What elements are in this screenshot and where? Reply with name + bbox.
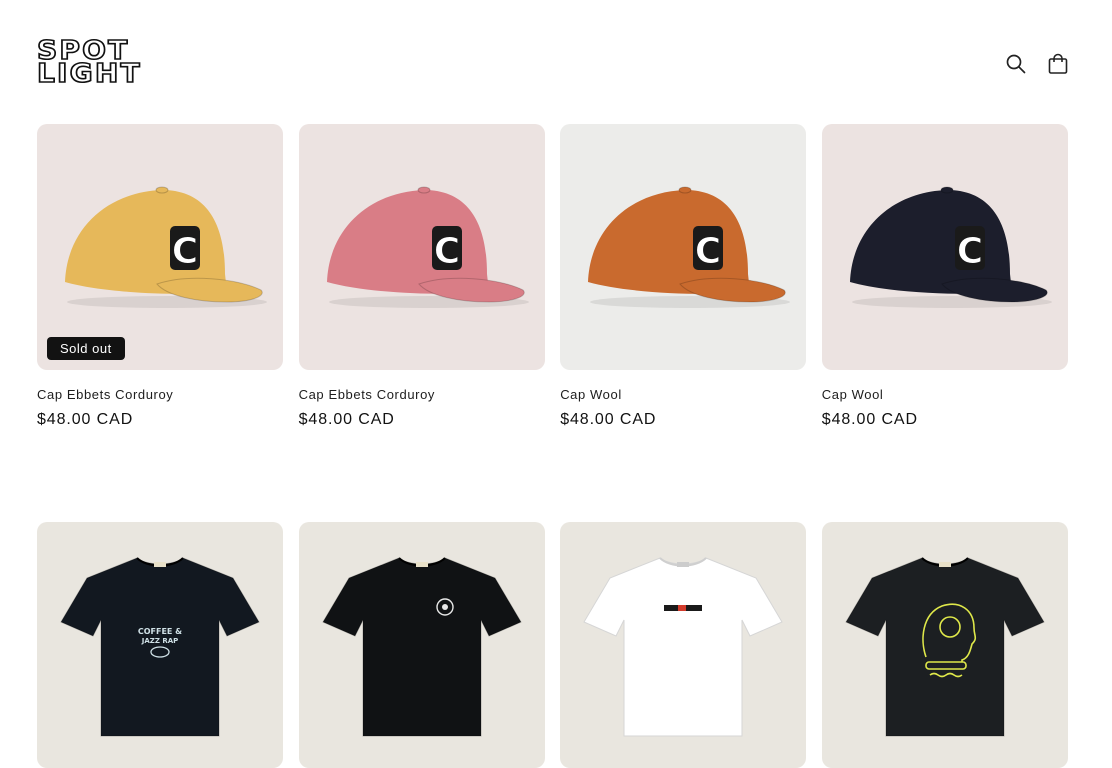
sold-out-badge: Sold out xyxy=(47,337,125,360)
product-card[interactable] xyxy=(821,522,1068,768)
cap-illustration: C xyxy=(821,124,1068,370)
tshirt-graphic xyxy=(664,605,703,611)
product-image[interactable]: COFFEE & JAZZ RAP xyxy=(37,522,283,768)
site-header: SPOT LIGHT xyxy=(0,0,1112,124)
svg-text:C: C xyxy=(433,231,459,272)
product-card[interactable]: C Cap Ebbets Corduroy $48.00 CAD xyxy=(298,124,545,429)
tshirt-illustration xyxy=(560,522,807,768)
product-card[interactable]: C Cap Wool $48.00 CAD xyxy=(560,124,807,429)
product-price: $48.00 CAD xyxy=(37,411,134,428)
product-image[interactable]: C xyxy=(821,124,1068,370)
product-card[interactable]: C Sold out Cap Ebbets Corduroy $48.00 CA… xyxy=(37,124,283,429)
svg-text:C: C xyxy=(172,231,198,272)
svg-text:C: C xyxy=(957,231,983,272)
cap-illustration: C xyxy=(37,124,283,370)
product-card[interactable] xyxy=(560,522,807,768)
cap-illustration: C xyxy=(298,124,545,370)
svg-text:JAZZ RAP: JAZZ RAP xyxy=(141,637,179,645)
tshirt-illustration xyxy=(37,522,283,768)
product-image[interactable] xyxy=(298,522,545,768)
product-card[interactable]: C Cap Wool $48.00 CAD xyxy=(821,124,1068,429)
product-title[interactable]: Cap Wool xyxy=(822,387,1068,402)
logo-line-2: LIGHT xyxy=(36,59,142,89)
product-price: $48.00 CAD xyxy=(560,411,657,428)
product-card[interactable] xyxy=(298,522,545,768)
product-title[interactable]: Cap Ebbets Corduroy xyxy=(37,387,283,402)
product-price: $48.00 CAD xyxy=(298,411,395,428)
product-image[interactable] xyxy=(821,522,1068,768)
product-title[interactable]: Cap Wool xyxy=(560,387,806,402)
tshirt-illustration xyxy=(298,522,545,768)
svg-text:C: C xyxy=(695,231,721,272)
product-title[interactable]: Cap Ebbets Corduroy xyxy=(299,387,545,402)
search-icon[interactable] xyxy=(1004,52,1028,76)
product-image[interactable]: C Sold out xyxy=(37,124,283,370)
product-image[interactable]: C xyxy=(560,124,807,370)
cap-illustration: C xyxy=(560,124,807,370)
product-card[interactable]: COFFEE & JAZZ RAP xyxy=(37,522,283,768)
svg-text:COFFEE &: COFFEE & xyxy=(138,627,182,636)
tshirt-illustration xyxy=(821,522,1068,768)
cart-icon[interactable] xyxy=(1046,52,1070,76)
product-price: $48.00 CAD xyxy=(821,411,918,428)
product-image[interactable] xyxy=(560,522,807,768)
site-logo[interactable]: SPOT LIGHT xyxy=(36,37,142,89)
product-image[interactable]: C xyxy=(298,124,545,370)
product-grid: C Sold out Cap Ebbets Corduroy $48.00 CA… xyxy=(37,124,1068,768)
